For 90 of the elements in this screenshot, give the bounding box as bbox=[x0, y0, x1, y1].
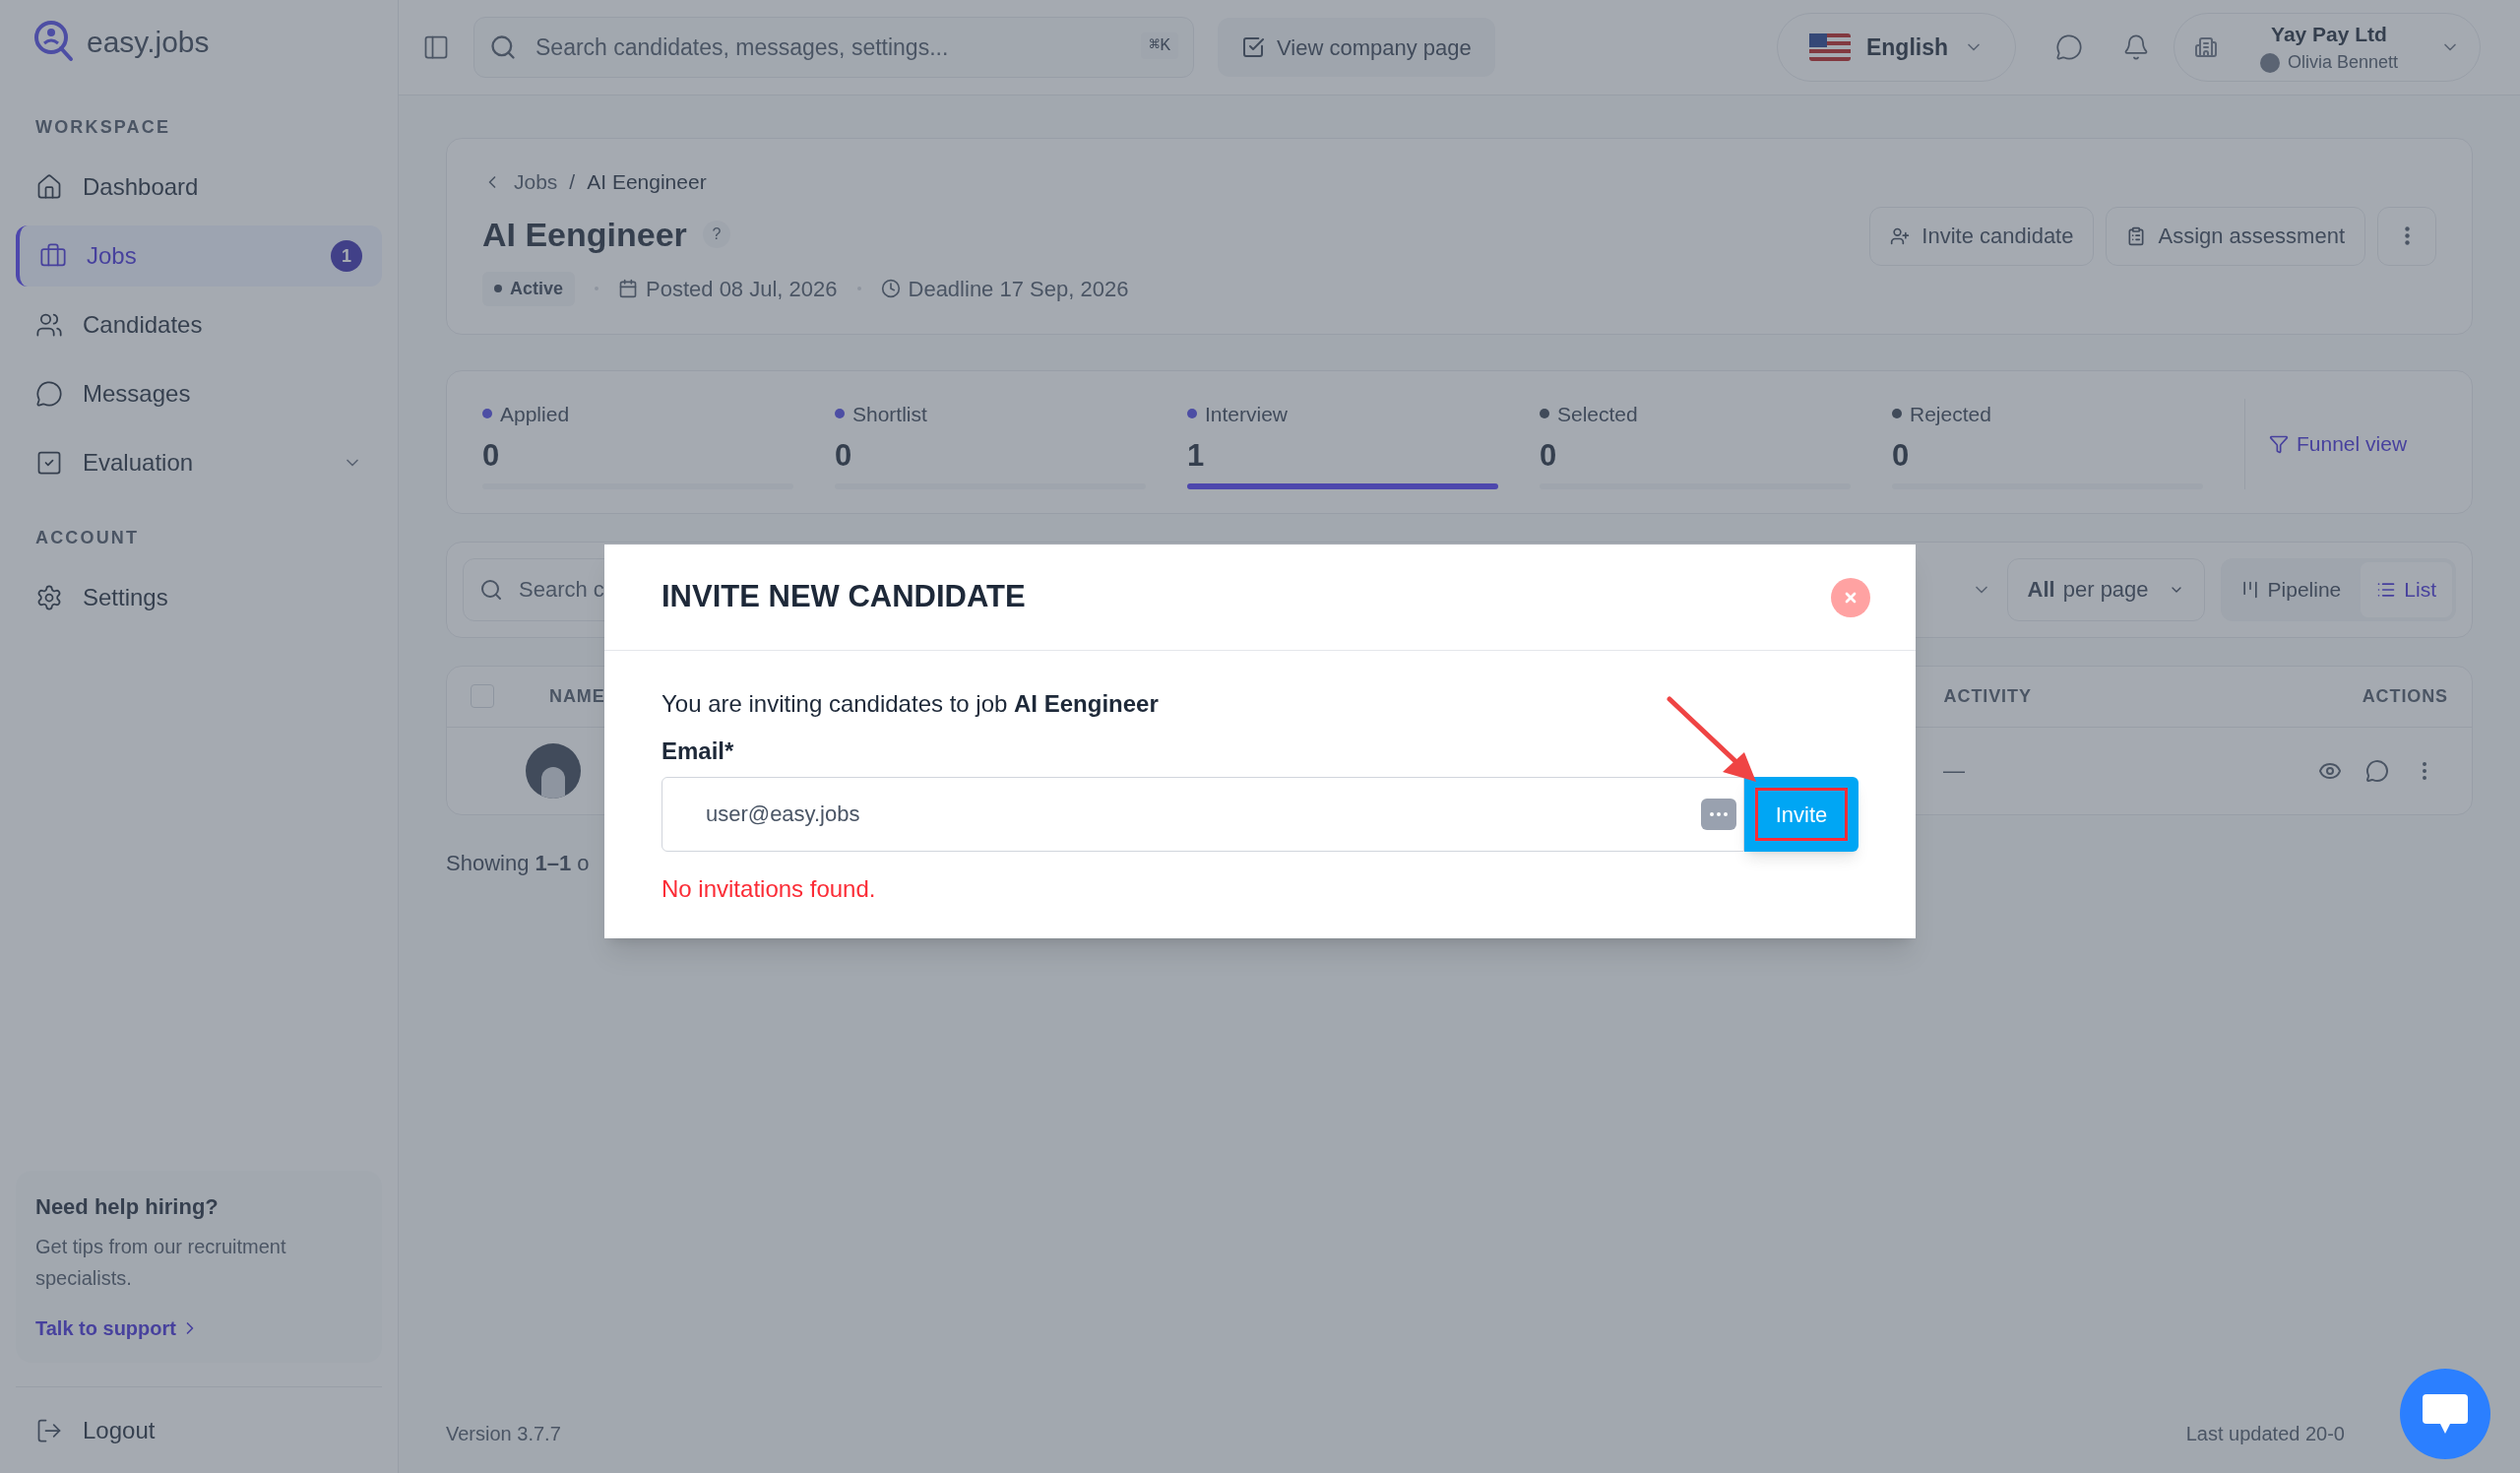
close-button[interactable] bbox=[1831, 577, 1870, 617]
chat-bubble-icon[interactable] bbox=[2365, 758, 2389, 783]
flag-icon bbox=[1808, 33, 1851, 61]
search-icon bbox=[479, 577, 503, 602]
brand-name: easy.jobs bbox=[87, 24, 210, 60]
stage-count: 1 bbox=[1187, 437, 1206, 475]
per-page-select[interactable]: All per page bbox=[2006, 557, 2205, 621]
section-heading: ACCOUNT bbox=[34, 527, 141, 549]
stage-label: Shortlist bbox=[852, 401, 927, 427]
calendar-icon bbox=[618, 279, 639, 298]
breadcrumb-link[interactable]: Jobs bbox=[514, 166, 558, 198]
help-text: Get tips from our recruitment specialists. bbox=[35, 1235, 287, 1291]
dialog-intro: You are inviting candidates to job AI Eengineer bbox=[662, 689, 1160, 719]
company-icon bbox=[2194, 35, 2218, 59]
stage-tab[interactable]: Applied 0 bbox=[482, 398, 793, 489]
nav-label: Dashboard bbox=[83, 172, 200, 202]
breadcrumb-current: AI Eengineer bbox=[587, 169, 707, 195]
action-button[interactable]: Assign assessment bbox=[2106, 206, 2365, 266]
column-header: ACTIVITY bbox=[1943, 684, 2032, 708]
deadline-date: Deadline 17 Sep, 2026 bbox=[908, 275, 1129, 303]
stage-count: 0 bbox=[1892, 437, 1911, 475]
nav-label: Settings bbox=[83, 583, 169, 612]
count-badge: 1 bbox=[331, 240, 362, 272]
version-text: Version 3.7.7 bbox=[446, 1422, 561, 1446]
chat-bubble-icon bbox=[2421, 1392, 2470, 1436]
stage-tab[interactable]: Rejected 0 bbox=[1892, 398, 2203, 489]
stage-label: Interview bbox=[1205, 401, 1289, 427]
activity-cell-text: — bbox=[1943, 757, 1965, 785]
search-icon bbox=[489, 33, 517, 61]
clipboard-icon bbox=[2126, 225, 2147, 246]
nav-item[interactable]: Settings bbox=[16, 567, 382, 628]
stage-label: Selected bbox=[1557, 401, 1638, 427]
filter-icon bbox=[2269, 433, 2289, 454]
logout-button[interactable]: Logout bbox=[83, 1412, 156, 1448]
clock-icon bbox=[880, 279, 901, 298]
stage-label: Rejected bbox=[1910, 401, 1991, 427]
bell-icon[interactable] bbox=[2122, 33, 2150, 61]
nav-item[interactable]: Messages bbox=[16, 363, 382, 424]
chat-bubble-icon bbox=[35, 380, 63, 408]
action-button[interactable]: Invite candidate bbox=[1869, 206, 2095, 266]
settings-icon bbox=[35, 584, 63, 611]
support-link[interactable]: Talk to support bbox=[35, 1313, 176, 1343]
invite-button[interactable]: Invite bbox=[1744, 777, 1858, 852]
company-name: Yay Pay Ltd bbox=[2271, 21, 2387, 47]
avatar-icon bbox=[2259, 52, 2280, 73]
stage-count: 0 bbox=[482, 437, 501, 475]
nav-item[interactable]: Candidates bbox=[16, 294, 382, 355]
email-field[interactable]: user@easy.jobs bbox=[662, 777, 1744, 852]
section-heading: WORKSPACE bbox=[34, 116, 172, 139]
help-badge[interactable]: ? bbox=[702, 221, 730, 248]
search-placeholder: Search c bbox=[519, 576, 604, 604]
nav-label: Evaluation bbox=[83, 448, 195, 478]
breadcrumb-separator: / bbox=[569, 169, 576, 195]
email-label: Email* bbox=[662, 736, 735, 766]
column-header: NAME bbox=[549, 684, 605, 708]
funnel-view-link[interactable]: Funnel view bbox=[2297, 427, 2408, 460]
password-manager-icon[interactable] bbox=[1701, 799, 1736, 830]
sidebar-toggle-icon[interactable] bbox=[422, 33, 450, 61]
view-tab[interactable]: List bbox=[2361, 561, 2452, 617]
stage-count: 0 bbox=[1540, 437, 1558, 475]
nav-item[interactable]: Dashboard bbox=[16, 157, 382, 218]
status-badge: Active bbox=[482, 271, 576, 306]
nav-item[interactable]: Jobs 1 bbox=[16, 225, 382, 287]
chat-bubble-icon[interactable] bbox=[2055, 33, 2083, 61]
nav-item[interactable]: Evaluation bbox=[16, 432, 382, 493]
stage-label: Applied bbox=[500, 401, 570, 427]
stage-tab[interactable]: Selected 0 bbox=[1540, 398, 1851, 489]
stage-tab[interactable]: Interview 1 bbox=[1187, 398, 1498, 489]
job-title: AI Eengineer bbox=[482, 214, 687, 255]
showing-count: Showing 1–1 o bbox=[446, 849, 591, 877]
users-icon bbox=[35, 311, 63, 339]
stage-count: 0 bbox=[835, 437, 853, 475]
checkbox-icon bbox=[35, 449, 63, 477]
more-icon bbox=[2404, 226, 2410, 246]
dialog-title: INVITE NEW CANDIDATE bbox=[662, 578, 1026, 616]
user-plus-icon bbox=[1890, 225, 1911, 246]
stage-tab[interactable]: Shortlist 0 bbox=[835, 398, 1146, 489]
view-tab[interactable]: Pipeline bbox=[2224, 561, 2358, 617]
checkbox-icon bbox=[1241, 35, 1265, 59]
last-updated-text: Last updated 20-0 bbox=[2185, 1422, 2345, 1446]
column-header: ACTIONS bbox=[2362, 684, 2448, 708]
nav-label: Jobs bbox=[87, 241, 138, 271]
home-icon bbox=[35, 173, 63, 201]
nav-label: Candidates bbox=[83, 310, 204, 340]
posted-date: Posted 08 Jul, 2026 bbox=[646, 275, 838, 303]
help-title: Need help hiring? bbox=[35, 1193, 220, 1221]
error-message: No invitations found. bbox=[662, 874, 877, 904]
user-name: Olivia Bennett bbox=[2287, 51, 2399, 75]
company-page-button[interactable]: View company page bbox=[1218, 18, 1495, 77]
nav-label: Messages bbox=[83, 379, 192, 409]
